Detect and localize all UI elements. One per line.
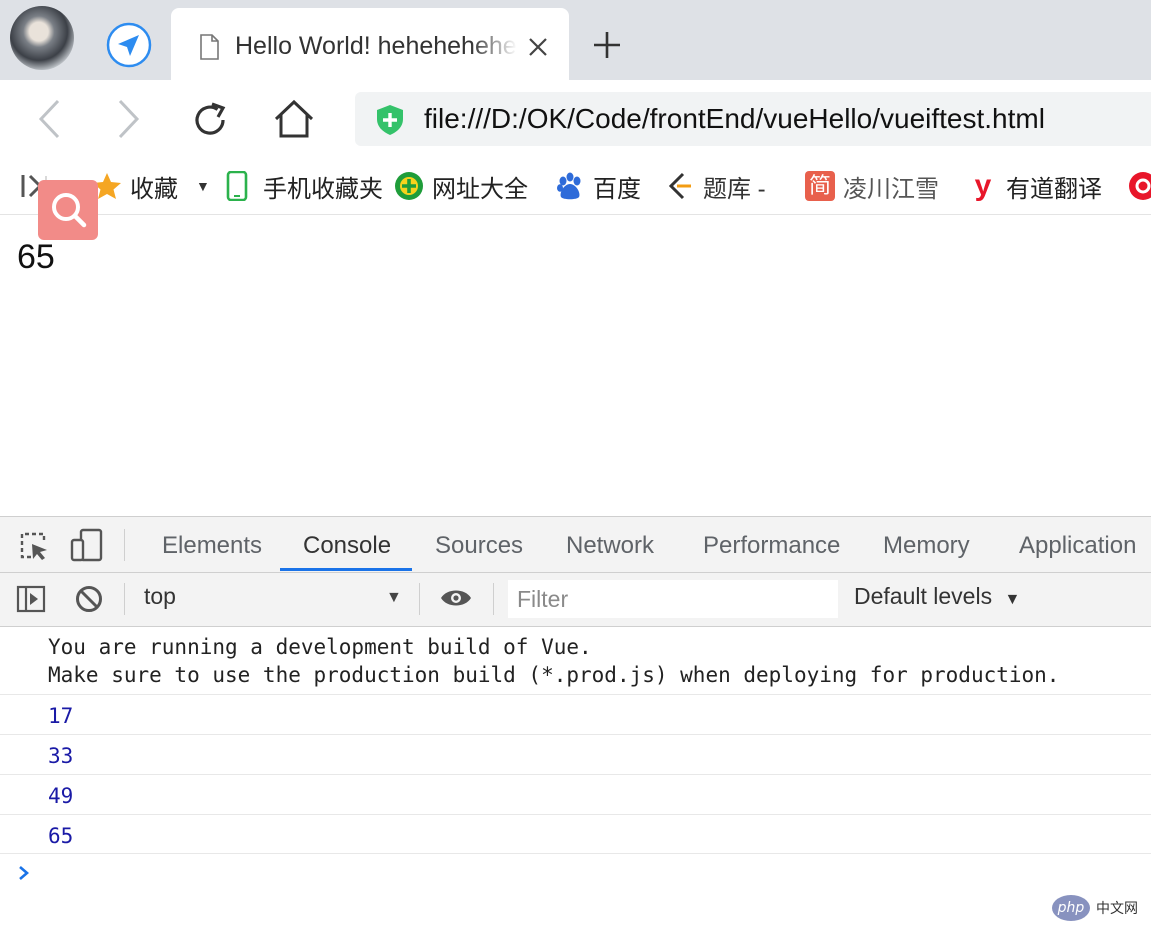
tab-application[interactable]: Application xyxy=(1019,517,1136,572)
console-toolbar: top ▼ Default levels ▼ xyxy=(0,573,1151,627)
tab-strip: Hello World! hehehehehe xyxy=(0,0,1151,80)
devtools-panel: Elements Console Sources Network Perform… xyxy=(0,516,1151,942)
bookmark-youdao[interactable]: y 有道翻译 xyxy=(968,166,1102,206)
filter-input[interactable] xyxy=(508,580,827,617)
tab-network[interactable]: Network xyxy=(566,517,654,572)
floating-search-button[interactable] xyxy=(38,180,98,240)
php-logo: php xyxy=(1052,895,1090,921)
back-button[interactable] xyxy=(36,98,62,145)
bookmarks-bar: 收藏 ▼ 手机收藏夹 网址大全 百度 题库 - 简 凌川江雪 y 有道翻译 xyxy=(0,158,1151,215)
search-icon xyxy=(52,193,87,228)
watermark: php 中文网 xyxy=(1052,895,1138,921)
context-dropdown-icon[interactable]: ▼ xyxy=(386,589,402,607)
active-tab-indicator xyxy=(280,568,412,571)
bookmark-overflow-icon[interactable] xyxy=(1128,171,1151,206)
bookmark-wangzhi[interactable]: 网址大全 xyxy=(394,166,528,206)
console-log-row: 65 xyxy=(0,815,1151,854)
bookmark-tiku[interactable]: 题库 - xyxy=(665,166,766,206)
bookmark-shoucang[interactable]: 收藏 ▼ xyxy=(92,166,210,206)
console-filter[interactable] xyxy=(508,580,838,618)
new-tab-button[interactable] xyxy=(592,30,622,65)
plus-globe-icon xyxy=(394,171,424,201)
browser-tab[interactable]: Hello World! hehehehehe xyxy=(171,8,569,80)
console-log-row: 17 xyxy=(0,695,1151,735)
location-arrow-icon[interactable] xyxy=(106,22,152,68)
inspect-element-icon[interactable] xyxy=(18,530,50,567)
context-selector[interactable]: top xyxy=(144,583,176,610)
chevron-down-icon: ▼ xyxy=(1004,591,1021,608)
tab-sources[interactable]: Sources xyxy=(435,517,523,572)
log-levels-dropdown[interactable]: Default levels ▼ xyxy=(854,583,1020,610)
console-prompt-icon[interactable] xyxy=(16,863,32,888)
youdao-icon: y xyxy=(974,169,992,202)
bookmark-mobile[interactable]: 手机收藏夹 xyxy=(225,166,383,206)
url-text: file:///D:/OK/Code/frontEnd/vueHello/vue… xyxy=(424,103,1045,134)
bookmark-baidu[interactable]: 百度 xyxy=(555,166,641,206)
phone-icon xyxy=(225,170,255,202)
jian-icon: 简 xyxy=(805,171,835,201)
tiku-icon xyxy=(665,171,695,201)
tab-performance[interactable]: Performance xyxy=(703,517,840,572)
console-log-row: 33 xyxy=(0,735,1151,775)
tab-elements[interactable]: Elements xyxy=(162,517,262,572)
close-tab-icon[interactable] xyxy=(527,36,549,63)
address-bar[interactable]: file:///D:/OK/Code/frontEnd/vueHello/vue… xyxy=(355,92,1151,146)
show-sidebar-icon[interactable] xyxy=(16,585,46,618)
devtools-tab-bar: Elements Console Sources Network Perform… xyxy=(0,517,1151,573)
reload-button[interactable] xyxy=(190,100,230,145)
forward-button[interactable] xyxy=(116,98,142,145)
secure-shield-icon xyxy=(375,104,405,141)
tab-console[interactable]: Console xyxy=(303,517,391,572)
chevron-down-icon[interactable]: ▼ xyxy=(196,178,210,194)
console-log-row: 49 xyxy=(0,775,1151,815)
bookmark-lingchuan[interactable]: 简 凌川江雪 xyxy=(805,166,939,206)
home-button[interactable] xyxy=(272,98,316,145)
tab-memory[interactable]: Memory xyxy=(883,517,970,572)
live-expression-eye-icon[interactable] xyxy=(440,587,472,614)
page-icon xyxy=(199,34,219,65)
baidu-paw-icon xyxy=(555,171,585,201)
clear-console-icon[interactable] xyxy=(75,585,103,618)
page-output-value: 65 xyxy=(17,238,55,276)
device-toolbar-icon[interactable] xyxy=(70,528,104,567)
console-message: You are running a development build of V… xyxy=(0,627,1151,695)
profile-avatar[interactable] xyxy=(10,6,74,70)
